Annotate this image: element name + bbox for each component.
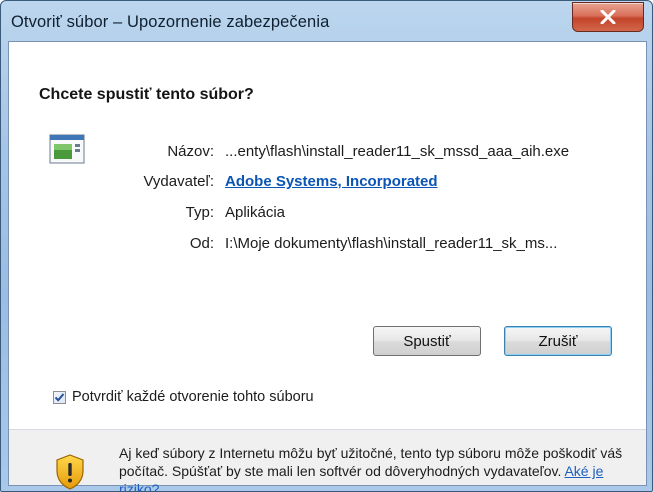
security-shield-icon [56, 454, 84, 490]
close-icon [600, 10, 616, 24]
close-button[interactable] [572, 2, 644, 32]
type-value: Aplikácia [225, 204, 286, 221]
publisher-link[interactable]: Adobe Systems, Incorporated [225, 173, 438, 190]
confirm-checkbox-label: Potvrdiť každé otvorenie tohto súboru [72, 389, 314, 405]
cancel-button[interactable]: Zrušiť [504, 326, 612, 356]
run-button[interactable]: Spustiť [373, 326, 481, 356]
confirm-checkbox[interactable] [53, 390, 66, 404]
warning-text-block: Aj keď súbory z Internetu môžu byť užito… [119, 444, 629, 491]
type-label: Typ: [185, 204, 214, 221]
from-label: Od: [189, 235, 214, 252]
dialog-body: Chcete spustiť tento súbor? Názov: ...en… [8, 41, 647, 491]
dialog-question: Chcete spustiť tento súbor? [39, 86, 254, 103]
from-value: I:\Moje dokumenty\flash\install_reader11… [225, 235, 558, 252]
warning-text: Aj keď súbory z Internetu môžu byť užito… [119, 445, 623, 479]
name-value: ...enty\flash\install_reader11_sk_mssd_a… [225, 143, 570, 160]
publisher-label: Vydavateľ: [143, 173, 214, 190]
security-warning-dialog: Otvoriť súbor – Upozornenie zabezpečenia… [0, 0, 653, 492]
confirm-checkbox-row[interactable]: Potvrdiť každé otvorenie tohto súboru [53, 387, 314, 407]
warning-footer: Aj keď súbory z Internetu môžu byť užito… [9, 430, 646, 491]
name-label: Názov: [167, 143, 214, 160]
title-bar[interactable]: Otvoriť súbor – Upozornenie zabezpečenia [1, 1, 652, 41]
window-title: Otvoriť súbor – Upozornenie zabezpečenia [11, 13, 330, 31]
checkmark-icon [54, 392, 65, 402]
